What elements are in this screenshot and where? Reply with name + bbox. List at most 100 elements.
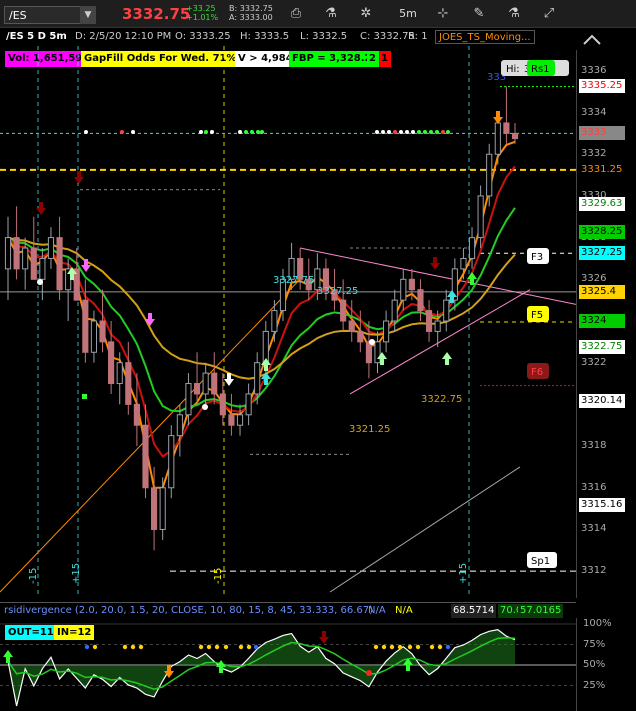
price-tick-label: 3312: [581, 565, 607, 577]
flask-icon[interactable]: ⚗: [503, 5, 525, 23]
rsi-signal-dot: [122, 644, 128, 650]
collapse-icon[interactable]: [576, 28, 636, 50]
signal-dot: [375, 130, 379, 134]
rsi-signal-dot: [92, 644, 98, 650]
sell-arrow: [430, 257, 440, 270]
candle-body: [408, 278, 415, 291]
rsi-tick-label: 75%: [583, 638, 606, 650]
price-badge: 3335.25: [579, 79, 625, 94]
price-tick-label: 3336: [581, 64, 607, 76]
price-axis[interactable]: 3336333433323330332833263324332233203318…: [576, 50, 636, 598]
rsi-tick-label: 25%: [583, 679, 606, 691]
signal-dot: [446, 130, 450, 134]
sell-arrow: [36, 202, 46, 215]
rsi-value-3: 57.0165: [518, 604, 564, 618]
pencil-icon[interactable]: ✎: [468, 5, 490, 23]
sell-arrow: [493, 111, 503, 124]
candle-body: [202, 372, 209, 395]
signal-dot: [399, 130, 403, 134]
rsi-signal-dot: [206, 644, 212, 650]
bar-range: R: 1: [408, 31, 428, 42]
price-badge: 3325.4: [579, 284, 625, 299]
candle-body: [168, 435, 175, 489]
price-tick-label: 3316: [581, 481, 607, 493]
rsi-study-name[interactable]: rsidivergence (2.0, 20.0, 1.5, 20, CLOSE…: [4, 604, 373, 618]
candle-body: [434, 320, 441, 332]
candle-body: [142, 424, 149, 489]
rsi-value-1: 68.5714: [451, 604, 497, 618]
candle-body: [159, 487, 166, 530]
price-tick-label: 3332: [581, 148, 607, 160]
candle-body: [254, 362, 261, 395]
expand-icon[interactable]: ⤢: [538, 5, 560, 23]
signal-dot: [204, 130, 208, 134]
annotations: 3327.75 3327.25 3322.75 3321.25 333 Hi: …: [28, 60, 569, 584]
candle-body: [443, 299, 450, 322]
candle-body: [271, 310, 278, 332]
last-price: 3332.75: [122, 5, 191, 23]
signal-dot: [429, 130, 433, 134]
printer-icon[interactable]: ⎙: [285, 5, 307, 23]
out-count-badge: OUT=11: [5, 625, 57, 640]
rsi-signal-dot: [415, 644, 421, 650]
rsi-signal-dot: [238, 644, 244, 650]
signal-dot: [199, 130, 203, 134]
candle-body: [391, 299, 398, 322]
candle-body: [460, 257, 467, 270]
chart-corner-icons: [576, 28, 636, 50]
bar-high: H: 3333.5: [240, 31, 290, 42]
r1-label: Rs1: [531, 64, 550, 75]
sell-arrow: [74, 171, 84, 184]
pct-change: +1.01%: [186, 13, 219, 22]
ohlc-info-row: /ES 5 D 5m D: 2/5/20 12:10 PM O: 3333.25…: [0, 28, 576, 46]
rsi-signal-dot: [130, 644, 136, 650]
candle-body: [383, 320, 390, 343]
signal-dot: [393, 130, 397, 134]
ask-price: A: 3333.00: [229, 13, 273, 22]
signal-dot: [238, 130, 242, 134]
f5-label: F5: [531, 310, 543, 321]
bar-low: L: 3332.5: [300, 31, 348, 42]
signal-dot: [411, 130, 415, 134]
rsi-signal-dot: [437, 644, 443, 650]
price-badge: 3324: [579, 314, 625, 328]
net-change: +33.25: [186, 4, 216, 13]
swing-low-label-1: 3322.75: [421, 394, 462, 405]
rsi-signal-dot: [366, 670, 372, 676]
minus15-label-b: -15: [213, 568, 224, 584]
rsi-signal-dot: [198, 644, 204, 650]
rsi-signal-dot: [214, 644, 220, 650]
rsi-signal-dot: [389, 644, 395, 650]
study-label[interactable]: JOES_TS_Moving...: [435, 30, 535, 44]
candle-body: [425, 310, 433, 332]
flask-icon[interactable]: ⚗: [320, 5, 342, 23]
chevron-down-icon[interactable]: ▼: [80, 6, 96, 24]
trend-line: [329, 466, 521, 593]
signal-dot: [84, 130, 88, 134]
hi-badge-label: Hi:: [506, 64, 520, 75]
rsi-signal-dot: [373, 644, 379, 650]
signal-dot: [441, 130, 445, 134]
price-chart[interactable]: 3327.75 3327.25 3322.75 3321.25 333 Hi: …: [0, 46, 576, 598]
candle-body: [185, 383, 192, 416]
signal-dot: [417, 130, 421, 134]
rsi-sell-arrow: [319, 631, 329, 644]
candle-body: [357, 330, 364, 343]
in-count-badge: IN=12: [54, 625, 95, 640]
signal-dot: [131, 130, 135, 134]
candle-body: [348, 320, 355, 332]
candle-body: [236, 414, 244, 426]
rsi-study-header: rsidivergence (2.0, 20.0, 1.5, 20, CLOSE…: [0, 602, 576, 618]
candle-body: [228, 414, 235, 426]
candle-body: [365, 341, 372, 364]
candle-body: [374, 341, 381, 364]
signal-markers: [36, 111, 503, 410]
swing-high-label: 3327.75: [273, 275, 314, 286]
gear-icon[interactable]: ✲: [355, 5, 377, 23]
price-badge: 3333: [579, 126, 625, 141]
crosshair-icon[interactable]: ⊹: [432, 5, 454, 23]
signal-dot: [244, 130, 248, 134]
candle-body: [47, 237, 55, 259]
candle-body: [125, 362, 132, 405]
timeframe-button[interactable]: 5m: [390, 5, 426, 23]
